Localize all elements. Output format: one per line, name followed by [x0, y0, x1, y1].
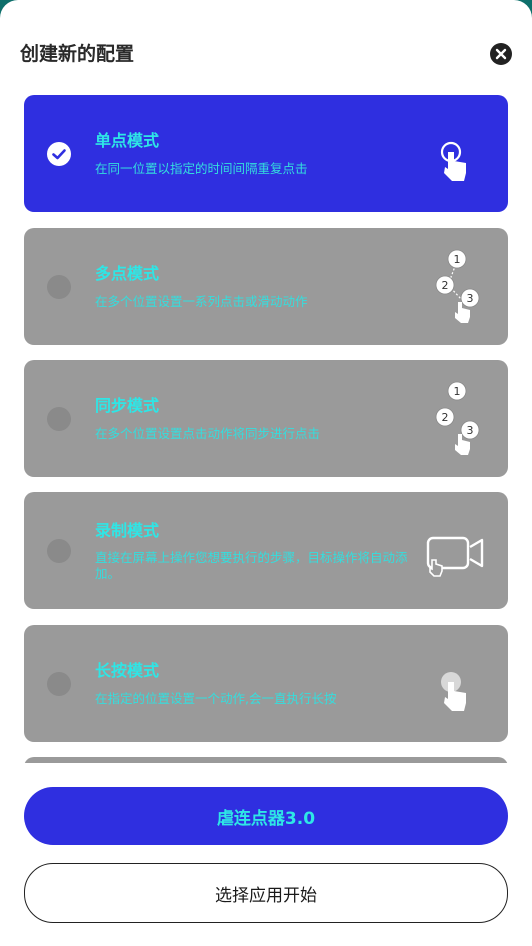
step-number: 1 — [454, 253, 461, 266]
mode-title: 同步模式 — [95, 396, 160, 415]
select-app-button[interactable]: 选择应用开始 — [24, 863, 508, 923]
record-icon — [426, 536, 484, 577]
close-icon — [495, 48, 507, 60]
mode-desc: 直接在屏幕上操作您想要执行的步骤，目标操作将自动添加。 — [95, 550, 408, 581]
mode-desc: 在指定的位置设置一个动作,会一直执行长按 — [95, 691, 337, 706]
config-sheet: 创建新的配置 单点模式 在同一位置以指定的时间间隔重复点击 多点模式 在多个位置… — [0, 0, 532, 946]
primary-action-button[interactable]: 虐连点器3.0 — [24, 787, 508, 845]
mode-desc: 在多个位置设置点击动作将同步进行点击 — [95, 426, 321, 441]
mode-title: 录制模式 — [95, 521, 160, 540]
mode-title: 多点模式 — [95, 264, 160, 283]
dialog-header: 创建新的配置 — [20, 40, 512, 68]
mode-card-long-press[interactable]: 长按模式 在指定的位置设置一个动作,会一直执行长按 — [24, 625, 508, 742]
step-number: 1 — [454, 385, 461, 398]
mode-card-multi[interactable]: 多点模式 在多个位置设置一系列点击或滑动动作 1 2 3 — [24, 228, 508, 345]
radio-selected[interactable] — [47, 142, 71, 166]
mode-list[interactable]: 单点模式 在同一位置以指定的时间间隔重复点击 多点模式 在多个位置设置一系列点击… — [24, 95, 508, 763]
tap-icon — [440, 141, 466, 181]
long-press-icon — [441, 672, 466, 711]
mode-desc: 在多个位置设置一系列点击或滑动动作 — [95, 294, 308, 309]
mode-title: 单点模式 — [95, 131, 160, 150]
mode-card-partial[interactable] — [24, 757, 508, 763]
mode-title: 长按模式 — [95, 661, 160, 680]
step-number: 3 — [467, 424, 474, 437]
mode-card-single[interactable]: 单点模式 在同一位置以指定的时间间隔重复点击 — [24, 95, 508, 212]
step-number: 3 — [467, 292, 474, 305]
radio-unselected[interactable] — [47, 672, 71, 696]
close-button[interactable] — [490, 43, 512, 65]
multi-tap-icon: 1 2 3 — [435, 249, 480, 323]
mode-desc: 在同一位置以指定的时间间隔重复点击 — [95, 161, 308, 176]
radio-unselected[interactable] — [47, 275, 71, 299]
mode-card-record[interactable]: 录制模式 直接在屏幕上操作您想要执行的步骤，目标操作将自动添加。 — [24, 492, 508, 609]
step-number: 2 — [442, 411, 449, 424]
mode-card-sync[interactable]: 同步模式 在多个位置设置点击动作将同步进行点击 1 2 3 — [24, 360, 508, 477]
step-number: 2 — [442, 279, 449, 292]
radio-unselected[interactable] — [47, 407, 71, 431]
radio-unselected[interactable] — [47, 539, 71, 563]
dialog-title: 创建新的配置 — [20, 43, 135, 65]
sync-tap-icon: 1 2 3 — [435, 381, 480, 455]
check-icon — [52, 149, 66, 160]
